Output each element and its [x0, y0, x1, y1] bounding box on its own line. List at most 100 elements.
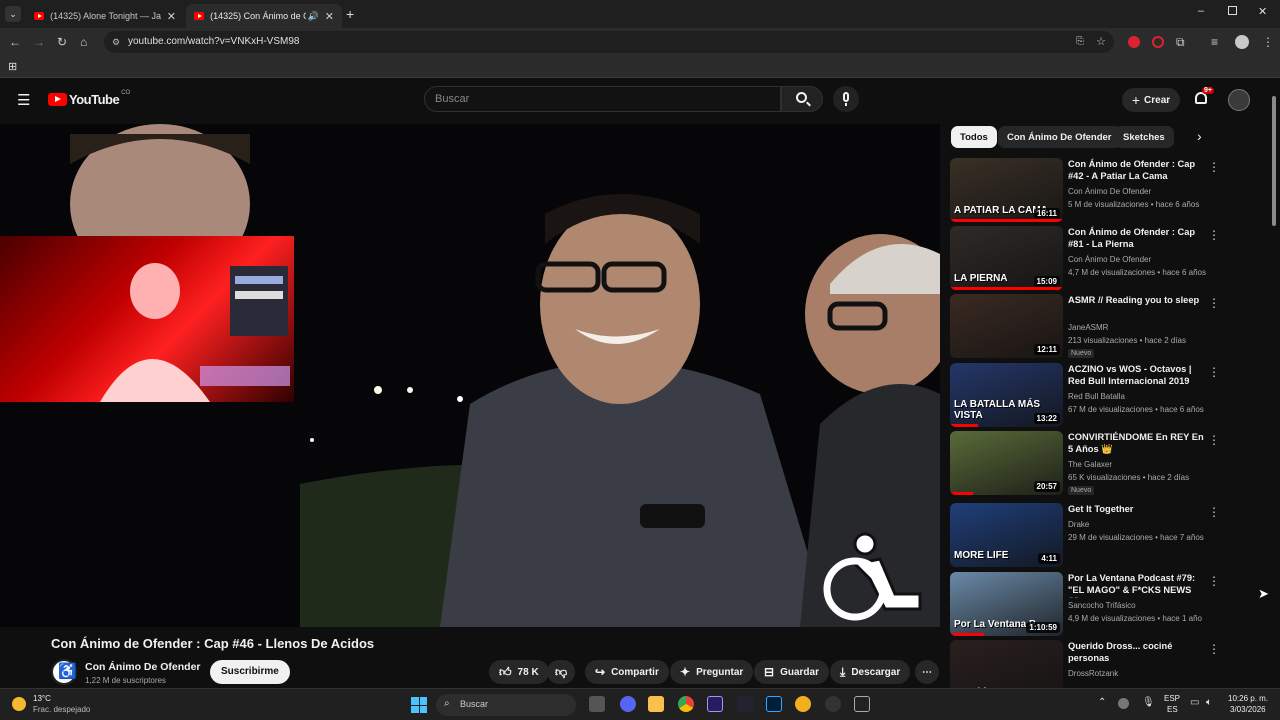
davinci-icon[interactable] — [737, 696, 753, 712]
clock-time[interactable]: 10:26 p. m. — [1228, 694, 1268, 703]
forward-icon[interactable]: → — [33, 34, 45, 50]
browser-menu-icon[interactable]: ⋮ — [1262, 34, 1274, 50]
recommendation-item[interactable]: Por La Ventana P 1:10:59 Por La Ventana Po… — [950, 572, 1240, 638]
video-thumbnail[interactable]: 12:11 — [950, 294, 1063, 358]
video-thumbnail[interactable]: Por La Ventana P 1:10:59 — [950, 572, 1063, 636]
browser-tab-active[interactable]: (14325) Con Ánimo de Ofen 🔊 ✕ — [186, 4, 342, 28]
bookmark-star-icon[interactable]: ☆ — [1096, 31, 1106, 53]
recommendation-title[interactable]: Get It Together — [1068, 503, 1208, 515]
more-vertical-icon[interactable]: ⋮ — [1208, 160, 1220, 174]
install-app-icon[interactable]: ⎘ — [1076, 31, 1084, 53]
home-icon[interactable]: ⌂ — [80, 34, 87, 50]
recommendation-title[interactable]: CONVIRTIÉNDOME En REY En 5 Años 👑 — [1068, 431, 1208, 455]
video-thumbnail[interactable]: MORE LIFE 4:11 — [950, 503, 1063, 567]
youtube-logo[interactable]: YouTube CO — [48, 90, 130, 107]
more-vertical-icon[interactable]: ⋮ — [1208, 365, 1220, 379]
file-explorer-icon[interactable] — [648, 696, 664, 712]
chip-channel[interactable]: Con Ánimo De Ofender — [998, 126, 1121, 148]
maximize-icon[interactable] — [1228, 6, 1237, 15]
tray-overflow-icon[interactable]: ⌃ — [1098, 697, 1106, 708]
recommendation-item[interactable]: A PATIAR LA CAMA 16:11 Con Ánimo de Ofende… — [950, 158, 1240, 224]
recommendation-channel[interactable]: Red Bull Batalla — [1068, 392, 1125, 401]
recommendation-item[interactable]: MORE LIFE 4:11 Get It Together Drake 29 M de… — [950, 503, 1240, 569]
recommendation-title[interactable]: ASMR // Reading you to sleep — [1068, 294, 1208, 306]
recommendation-channel[interactable]: Con Ánimo De Ofender — [1068, 255, 1151, 264]
create-button[interactable]: + Crear — [1122, 88, 1180, 112]
recommendation-item[interactable]: 20:57 CONVIRTIÉNDOME En REY En 5 Años 👑 Th… — [950, 431, 1240, 497]
recommendation-channel[interactable]: Con Ánimo De Ofender — [1068, 187, 1151, 196]
like-button[interactable]: 👍︎ 78 K — [489, 660, 549, 684]
channel-name[interactable]: Con Ánimo De Ofender — [85, 661, 201, 673]
more-vertical-icon[interactable]: ⋮ — [1208, 296, 1220, 310]
recommendation-title[interactable]: Querido Dross... cociné personas — [1068, 640, 1208, 664]
tab-list-button[interactable]: ⌄ — [5, 6, 21, 22]
record-extension-icon[interactable] — [1152, 36, 1164, 48]
save-button[interactable]: ⊟ Guardar — [754, 660, 829, 684]
dislike-button[interactable]: 👎︎ — [547, 660, 576, 684]
share-button[interactable]: ↪ Compartir — [585, 660, 669, 684]
account-avatar[interactable] — [1228, 89, 1250, 111]
browser-tab[interactable]: (14325) Alone Tonight — Jazz N ✕ — [26, 4, 184, 28]
discord-icon[interactable] — [620, 696, 636, 712]
video-thumbnail[interactable]: A PATIAR LA CAMA 16:11 — [950, 158, 1063, 222]
coin-app-icon[interactable] — [795, 696, 811, 712]
photoshop-icon[interactable] — [766, 696, 782, 712]
recommendation-title[interactable]: Por La Ventana Podcast #79: "EL MAGO" & … — [1068, 572, 1208, 598]
recommendation-channel[interactable]: The Galaxer — [1068, 460, 1112, 469]
more-vertical-icon[interactable]: ⋮ — [1208, 574, 1220, 588]
guide-menu-icon[interactable]: ☰ — [17, 91, 30, 109]
recommendation-channel[interactable]: DrossRotzank — [1068, 669, 1118, 678]
recommendation-title[interactable]: Con Ánimo de Ofender : Cap #42 - A Patia… — [1068, 158, 1208, 182]
subscribe-button[interactable]: Suscribirme — [210, 660, 290, 684]
close-tab-icon[interactable]: ✕ — [325, 10, 334, 23]
network-icon[interactable]: ▭ — [1190, 697, 1199, 708]
volume-icon[interactable]: 🔈︎ — [1206, 697, 1212, 708]
premiere-icon[interactable] — [707, 696, 723, 712]
back-icon[interactable]: ← — [9, 34, 21, 50]
ask-button[interactable]: ✦ Preguntar — [670, 660, 754, 684]
tray-mic-icon[interactable]: 🎙︎ — [1142, 697, 1155, 708]
speaker-icon[interactable]: 🔊 — [308, 11, 319, 22]
site-info-icon[interactable]: ⚙ — [112, 31, 120, 53]
recommendation-title[interactable]: Con Ánimo de Ofender : Cap #81 - La Pier… — [1068, 226, 1208, 250]
new-tab-button[interactable]: + — [346, 6, 354, 22]
reload-icon[interactable]: ↻ — [57, 34, 67, 50]
chips-next-icon[interactable]: › — [1197, 128, 1202, 144]
recommendation-item[interactable]: LA BATALLA MÁS VISTA 13:22 ACZINO vs WOS -… — [950, 363, 1240, 429]
address-bar[interactable]: ⚙ youtube.com/watch?v=VNKxH-VSM98 ⎘ ☆ — [104, 31, 1114, 53]
extension-icon[interactable] — [1128, 36, 1140, 48]
taskbar-search[interactable]: ⌕ Buscar — [436, 694, 576, 716]
extensions-puzzle-icon[interactable]: ⧉ — [1176, 34, 1185, 50]
more-vertical-icon[interactable]: ⋮ — [1208, 642, 1220, 656]
profile-avatar[interactable] — [1235, 35, 1249, 49]
chrome-icon[interactable] — [678, 696, 694, 712]
weather-icon[interactable] — [12, 697, 26, 711]
recommendation-channel[interactable]: Sancocho Trifásico — [1068, 601, 1136, 610]
recommendation-item[interactable]: 12:11 ASMR // Reading you to sleep JaneASM… — [950, 294, 1240, 360]
more-vertical-icon[interactable]: ⋮ — [1208, 433, 1220, 447]
recommendation-item[interactable]: LA PIERNA 15:09 Con Ánimo de Ofender : Cap… — [950, 226, 1240, 292]
notifications-button[interactable]: 9+ — [1193, 87, 1214, 108]
recommendation-title[interactable]: ACZINO vs WOS - Octavos | Red Bull Inter… — [1068, 363, 1208, 387]
page-scrollbar[interactable] — [1271, 86, 1277, 686]
chip-sketches[interactable]: Sketches — [1114, 126, 1174, 148]
video-thumbnail[interactable]: LA BATALLA MÁS VISTA 13:22 — [950, 363, 1063, 427]
channel-avatar[interactable]: ♿ — [51, 659, 77, 685]
search-input[interactable]: Buscar — [424, 86, 781, 112]
apps-grid-icon[interactable]: ⊞ — [8, 60, 17, 73]
windows-start-icon[interactable] — [411, 697, 427, 713]
close-window-icon[interactable]: ✕ — [1258, 5, 1267, 18]
recommendation-channel[interactable]: JaneASMR — [1068, 323, 1108, 332]
download-button[interactable]: ⤓ Descargar — [830, 660, 911, 684]
reading-list-icon[interactable]: ≡ — [1211, 34, 1218, 50]
voice-search-button[interactable] — [833, 86, 859, 112]
video-thumbnail[interactable]: 20:57 — [950, 431, 1063, 495]
recommendation-channel[interactable]: Drake — [1068, 520, 1089, 529]
chip-all[interactable]: Todos — [951, 126, 997, 148]
more-vertical-icon[interactable]: ⋮ — [1208, 505, 1220, 519]
video-thumbnail[interactable]: LA PIERNA 15:09 — [950, 226, 1063, 290]
minimize-icon[interactable]: – — [1198, 5, 1204, 17]
task-view-icon[interactable] — [589, 696, 605, 712]
language-indicator[interactable]: ESP — [1164, 694, 1180, 703]
obs-icon[interactable] — [825, 696, 841, 712]
